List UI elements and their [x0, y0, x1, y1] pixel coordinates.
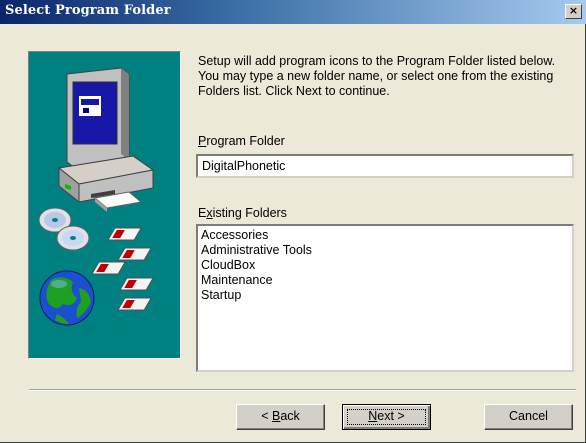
title-bar[interactable]: Select Program Folder ×	[0, 0, 586, 24]
next-button-rest: ext >	[377, 409, 405, 423]
instructions-line: You may type a new folder name, or selec…	[198, 69, 554, 83]
existing-folders-label-rest: isting Folders	[212, 206, 287, 220]
window-title: Select Program Folder	[5, 3, 171, 18]
back-button[interactable]: < Back	[236, 404, 325, 430]
list-item[interactable]: CloudBox	[201, 258, 569, 273]
select-program-folder-dialog: Select Program Folder × Setup will add p…	[0, 0, 586, 443]
back-button-rest: ack	[280, 409, 300, 423]
program-folder-input[interactable]: DigitalPhonetic	[196, 154, 574, 178]
next-button[interactable]: Next >	[342, 404, 431, 430]
existing-folders-label: Existing Folders	[198, 206, 287, 220]
floppy-disk-icon	[91, 227, 154, 311]
cancel-button[interactable]: Cancel	[484, 404, 573, 430]
instructions-text: Setup will add program icons to the Prog…	[198, 54, 578, 99]
close-icon: ×	[568, 4, 579, 17]
instructions-line: Setup will add program icons to the Prog…	[198, 54, 556, 68]
list-item[interactable]: Startup	[201, 288, 569, 303]
existing-folders-list[interactable]: Accessories Administrative Tools CloudBo…	[196, 224, 574, 372]
close-button[interactable]: ×	[565, 4, 582, 19]
program-folder-label-rest: rogram Folder	[206, 134, 285, 148]
list-item[interactable]: Maintenance	[201, 273, 569, 288]
cd-disc-icon	[38, 207, 90, 251]
program-folder-label: Program Folder	[198, 134, 285, 148]
list-item[interactable]: Administrative Tools	[201, 243, 569, 258]
list-item[interactable]: Accessories	[201, 228, 569, 243]
instructions-line: Folders list. Click Next to continue.	[198, 84, 390, 98]
setup-illustration	[28, 51, 181, 359]
next-button-accel: N	[368, 409, 378, 423]
button-divider	[29, 389, 576, 391]
computer-icon	[57, 67, 155, 212]
globe-icon	[39, 270, 95, 326]
back-button-prefix: <	[261, 409, 272, 423]
